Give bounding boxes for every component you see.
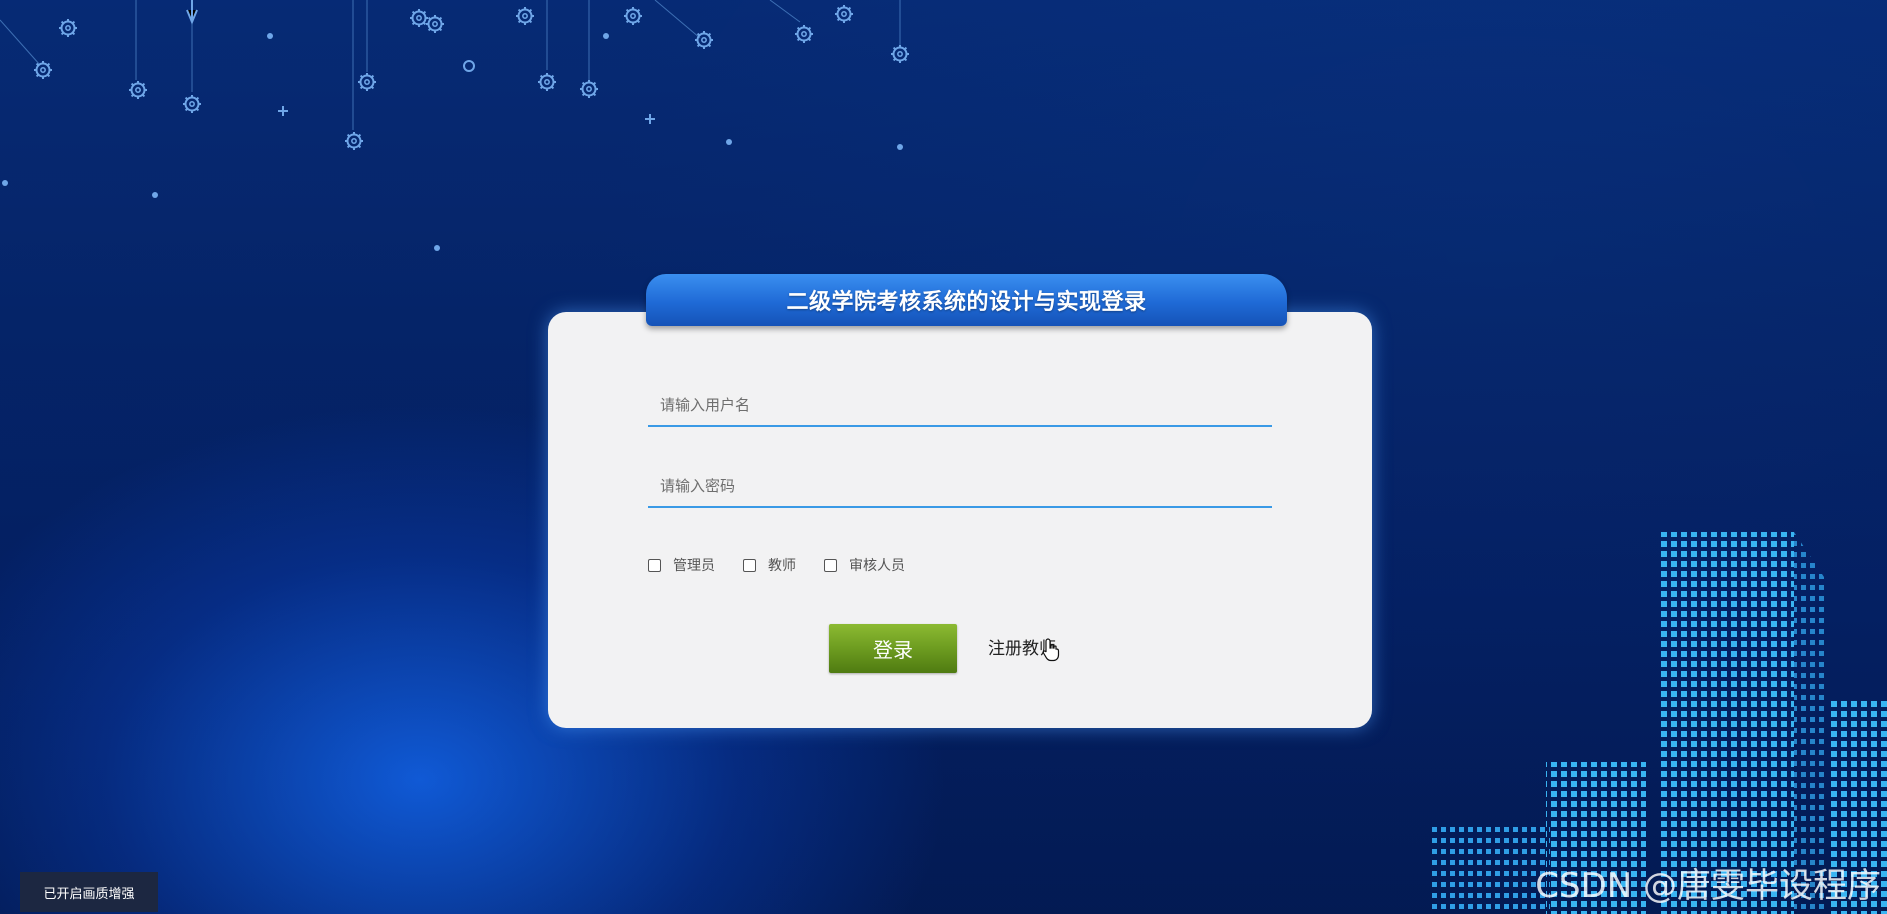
role-reviewer-label: 审核人员 [849, 558, 905, 574]
role-admin-checkbox[interactable] [648, 558, 661, 572]
role-teacher-checkbox[interactable] [743, 558, 756, 572]
role-admin-label: 管理员 [673, 558, 715, 574]
hand-pointer-icon [1042, 638, 1060, 662]
role-option-admin[interactable]: 管理员 [648, 555, 715, 575]
role-selector: 管理员 教师 审核人员 [648, 556, 933, 574]
username-field-wrapper [648, 385, 1272, 427]
role-teacher-label: 教师 [768, 558, 796, 574]
username-input[interactable] [648, 385, 1272, 425]
role-option-reviewer[interactable]: 审核人员 [824, 555, 905, 575]
login-title: 二级学院考核系统的设计与实现登录 [786, 290, 1147, 315]
login-card [548, 312, 1372, 728]
role-option-teacher[interactable]: 教师 [743, 555, 796, 575]
password-input[interactable] [648, 466, 1272, 506]
quality-enhance-badge: 已开启画质增强 [20, 872, 158, 912]
csdn-watermark: CSDN @唐雯毕设程序 [1535, 866, 1881, 906]
login-button[interactable]: 登录 [829, 624, 957, 673]
login-title-tab: 二级学院考核系统的设计与实现登录 [646, 274, 1287, 326]
role-reviewer-checkbox[interactable] [824, 558, 837, 572]
password-field-wrapper [648, 466, 1272, 508]
